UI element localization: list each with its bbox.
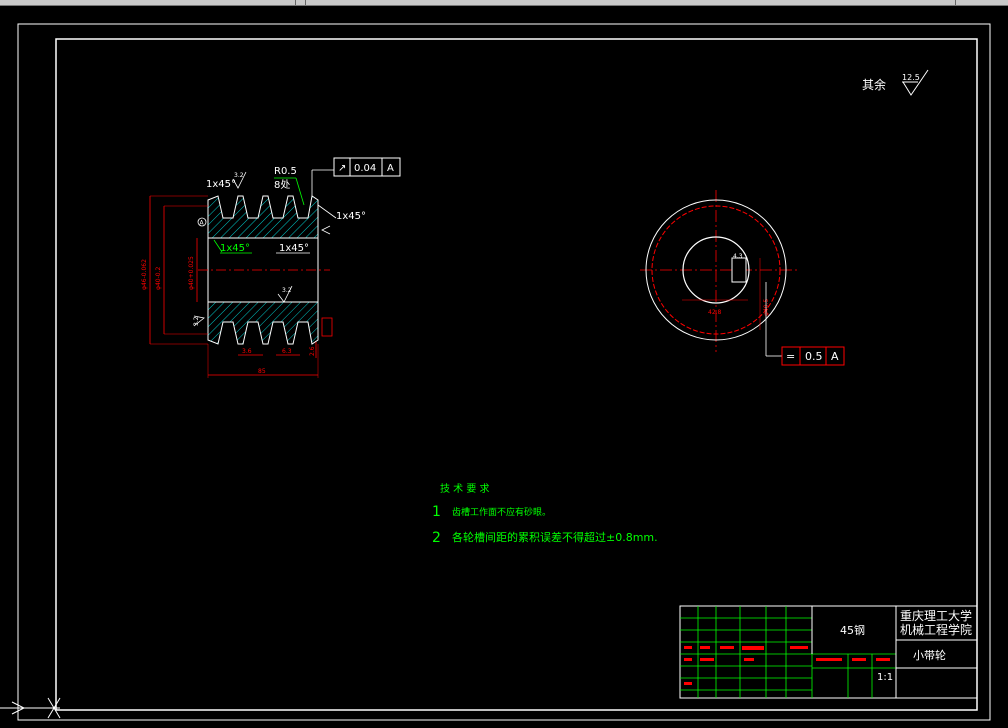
runout-symbol-icon: ↗ [338, 163, 346, 174]
toolbar-divider [295, 0, 296, 5]
symmetry-datum: A [831, 350, 839, 363]
chamfer-right: 1x45° [336, 211, 366, 222]
dim-width: 85 [258, 368, 266, 375]
dim-box [321, 317, 333, 337]
tooth-count: 8处 [274, 179, 290, 191]
title-block-material: 45钢 [840, 624, 865, 637]
roughness-value: 12.5 [902, 73, 920, 82]
tech-req-2-text: 各轮槽间距的累积误差不得超过±0.8mm. [452, 530, 658, 544]
roughness-bore: 3.2 [282, 287, 292, 294]
gear-side-view: φ46-0.062 φ40-0.2 φ40+0.025 A 1x45° R0.5… [141, 157, 401, 378]
symmetry-tolerance-frame: = 0.5 A [781, 346, 845, 366]
sheet-inner-frame [55, 38, 978, 711]
sheet-outer-border [17, 23, 991, 721]
dim-pitch2: 6.3 [282, 348, 292, 355]
toolbar-divider [305, 0, 306, 5]
title-block: 45钢 重庆理工大学 机械工程学院 小带轮 1:1 [679, 605, 978, 699]
leader-line [317, 204, 337, 219]
tech-req-title: 技 术 要 求 [440, 482, 490, 495]
ucs-icon [0, 697, 61, 719]
title-block-part-name: 小带轮 [913, 648, 946, 662]
leader-line [295, 177, 305, 206]
tech-req-2-num: 2 [432, 530, 441, 546]
chamfer-inner-right: 1x45° [279, 243, 309, 254]
roughness-top: 3.2 [234, 172, 244, 179]
keyway-height: 42.8 [708, 309, 722, 316]
surface-roughness-note: 其余 12.5 [862, 69, 929, 96]
dim-groove: 2.6 [309, 346, 316, 356]
chamfer-top-left: 1x45° [206, 179, 236, 190]
keyway [731, 257, 747, 283]
dim-bore-diameter: φ40+0.025 [188, 256, 195, 290]
runout-value: 0.04 [354, 163, 376, 174]
title-block-revision-grid [680, 606, 896, 698]
tech-req-1-text: 齿槽工作面不应有砂眼。 [452, 506, 551, 518]
gear-lower-section [207, 301, 319, 345]
roughness-other-label: 其余 [862, 77, 886, 92]
title-block-scale: 1:1 [877, 672, 893, 683]
runout-tolerance-frame: ↗ 0.04 A [333, 157, 401, 177]
toolbar-divider [955, 0, 956, 5]
tooth-radius: R0.5 [274, 166, 297, 177]
gear-upper-section [207, 195, 319, 239]
cad-drawing-canvas[interactable]: 其余 12.5 φ46-0.062 φ40-0.2 φ40+0.025 A 1x… [0, 6, 1008, 728]
symmetry-value: 0.5 [805, 350, 823, 363]
tech-requirements: 技 术 要 求 1 齿槽工作面不应有砂眼。 2 各轮槽间距的累积误差不得超过±0… [432, 482, 658, 546]
symmetry-symbol-icon: = [786, 350, 795, 363]
bore-dim: φ40.5 [763, 299, 770, 317]
runout-datum: A [387, 163, 394, 174]
title-block-department: 机械工程学院 [900, 622, 972, 637]
title-block-signature-marks [684, 646, 890, 685]
title-block-school: 重庆理工大学 [900, 608, 972, 623]
dim-pitch: 3.6 [242, 348, 252, 355]
keyway-width: 4.3 [733, 253, 743, 260]
roughness-symbol-icon [321, 225, 331, 235]
dim-root-diameter: φ40-0.2 [155, 267, 162, 290]
title-block-red-mark [742, 646, 764, 650]
dim-outer-diameter: φ46-0.062 [141, 259, 148, 290]
gear-end-view: 4.3 42.8 φ40.5 = 0.5 A [640, 190, 845, 366]
tech-req-1-num: 1 [432, 504, 441, 520]
roughness-left: 3.2 [193, 316, 200, 326]
chamfer-inner-left: 1x45° [220, 243, 250, 254]
